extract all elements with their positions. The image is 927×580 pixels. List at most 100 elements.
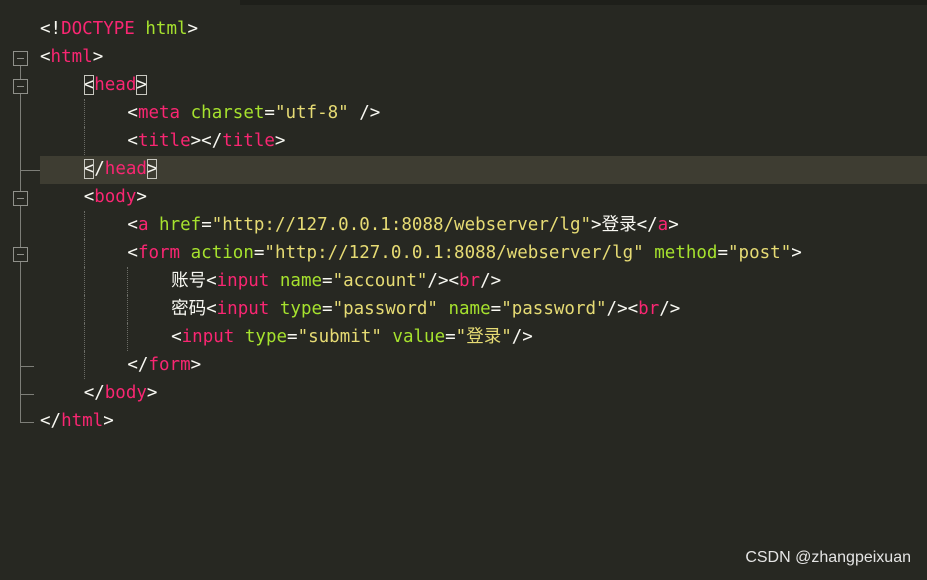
code-line-content: <html>	[40, 47, 103, 67]
code-token: br	[459, 271, 481, 291]
code-token: "submit"	[297, 327, 382, 347]
code-line[interactable]: <input type="submit" value="登录"/>	[40, 323, 927, 351]
code-token: "登录"	[455, 327, 512, 347]
code-token: <	[127, 131, 138, 151]
code-token: >	[136, 187, 147, 207]
code-token: /	[94, 159, 105, 179]
indent-guide	[83, 351, 85, 379]
code-line-content: 密码<input type="password" name="password"…	[171, 299, 680, 319]
code-token: "utf-8"	[274, 103, 349, 123]
fold-toggle-head-icon[interactable]	[13, 79, 28, 94]
fold-guide-line	[20, 262, 21, 422]
code-token: >	[591, 215, 602, 235]
code-editor[interactable]: <!DOCTYPE html> <html> <head> <meta charset…	[0, 0, 927, 580]
code-line-content: </form>	[127, 355, 201, 375]
fold-end-marker	[20, 422, 34, 423]
code-token: "password"	[501, 299, 607, 319]
code-line[interactable]: <a href="http://127.0.0.1:8088/webserver…	[40, 211, 927, 239]
code-token: br	[638, 299, 660, 319]
code-line[interactable]: <meta charset="utf-8" />	[40, 99, 927, 127]
fold-guide-line	[20, 170, 21, 191]
code-token: >	[187, 19, 199, 39]
indent-guide	[83, 127, 85, 155]
code-token: =	[717, 243, 729, 263]
code-line-content: <meta charset="utf-8" />	[127, 103, 380, 123]
code-token: body	[94, 187, 137, 207]
code-token: html	[145, 19, 188, 39]
code-token: =	[322, 271, 333, 291]
code-token: >	[136, 75, 147, 95]
code-token: <	[83, 75, 95, 95]
code-token: <	[127, 215, 138, 235]
code-line[interactable]: <head>	[40, 71, 927, 99]
code-line-content: </html>	[40, 411, 114, 431]
fold-toggle-html-icon[interactable]	[13, 51, 28, 66]
code-token: <	[127, 243, 138, 263]
indent-guide	[83, 239, 85, 267]
fold-end-marker	[20, 366, 34, 367]
code-line[interactable]: <title></title>	[40, 127, 927, 155]
code-line[interactable]: <html>	[40, 43, 927, 71]
code-token: title	[137, 131, 191, 151]
code-token: </	[636, 215, 658, 235]
code-token: "http://127.0.0.1:8088/webserver/lg"	[264, 243, 644, 263]
code-token: </	[40, 411, 62, 431]
code-token: <!	[40, 19, 62, 39]
code-line[interactable]: 账号<input name="account"/><br/>	[40, 267, 927, 295]
code-token: /><	[427, 271, 460, 291]
code-line-content: <head>	[83, 75, 147, 95]
code-token: DOCTYPE	[61, 19, 135, 39]
code-token: name	[448, 299, 491, 319]
code-line[interactable]: <body>	[40, 183, 927, 211]
code-token: <	[206, 271, 217, 291]
code-token: =	[264, 103, 275, 123]
code-area[interactable]: <!DOCTYPE html> <html> <head> <meta charset…	[40, 15, 927, 435]
code-token: href	[159, 215, 202, 235]
code-line[interactable]: </body>	[40, 379, 927, 407]
code-line[interactable]: 密码<input type="password" name="password"…	[40, 295, 927, 323]
code-token: meta	[137, 103, 181, 123]
code-token: <	[83, 187, 95, 207]
code-token: =	[287, 327, 298, 347]
code-token: "post"	[728, 243, 792, 263]
code-line[interactable]: </html>	[40, 407, 927, 435]
code-token: =	[490, 299, 502, 319]
code-token: <	[83, 159, 95, 179]
fold-toggle-body-icon[interactable]	[13, 191, 28, 206]
code-token: 密码	[171, 299, 207, 319]
code-token: type	[279, 299, 323, 319]
code-line[interactable]: <form action="http://127.0.0.1:8088/webs…	[40, 239, 927, 267]
code-line-content: 账号<input name="account"/><br/>	[171, 271, 501, 291]
code-line[interactable]: <!DOCTYPE html>	[40, 15, 927, 43]
code-token: <	[127, 103, 138, 123]
fold-toggle-form-icon[interactable]	[13, 247, 28, 262]
code-token: ></	[190, 131, 223, 151]
code-token: 账号	[171, 271, 207, 291]
code-token: form	[137, 243, 181, 263]
indent-guide	[127, 267, 129, 295]
code-line[interactable]: </head>	[40, 155, 927, 183]
code-token: a	[137, 215, 149, 235]
code-token: <	[171, 327, 182, 347]
code-line-content: <!DOCTYPE html>	[40, 19, 198, 39]
code-token: =	[322, 299, 333, 319]
code-token: html	[50, 47, 93, 67]
code-token: >	[274, 131, 286, 151]
code-token: input	[216, 271, 270, 291]
watermark: CSDN @zhangpeixuan	[745, 549, 911, 566]
code-token: value	[392, 327, 446, 347]
code-token: "http://127.0.0.1:8088/webserver/lg"	[211, 215, 592, 235]
code-token: body	[104, 383, 147, 403]
code-line-content: </head>	[83, 159, 158, 179]
indent-guide	[83, 295, 85, 323]
code-token: /><	[606, 299, 639, 319]
code-token: >	[146, 383, 158, 403]
code-token: <	[40, 47, 51, 67]
code-line[interactable]: </form>	[40, 351, 927, 379]
